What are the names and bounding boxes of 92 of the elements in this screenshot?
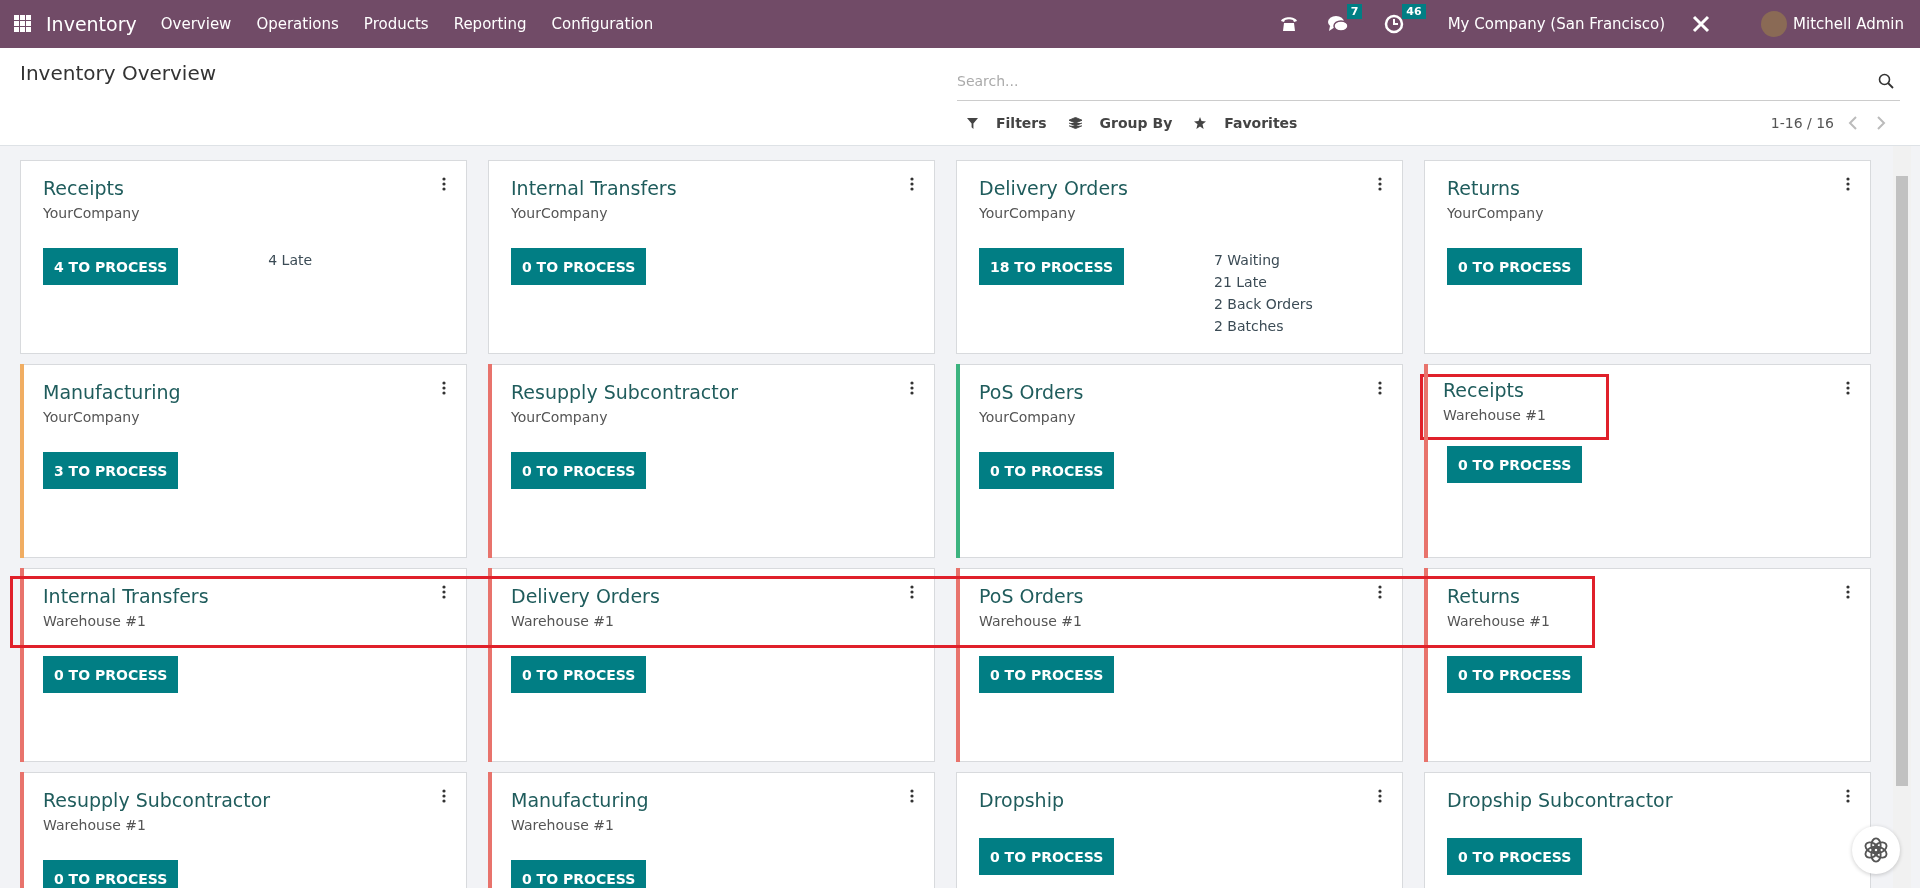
warehouse-name: Warehouse #1: [511, 613, 615, 629]
warehouse-name: Warehouse #1: [43, 613, 147, 629]
to-process-button[interactable]: 4 TO PROCESS: [43, 248, 179, 285]
app-grid-icon[interactable]: [14, 15, 32, 33]
card-title[interactable]: Internal Transfers: [511, 177, 677, 199]
phone-icon[interactable]: [1278, 14, 1299, 34]
star-icon: [1194, 117, 1207, 129]
status-link[interactable]: 7 Waiting: [1214, 252, 1313, 268]
to-process-button[interactable]: 0 TO PROCESS: [511, 248, 647, 285]
warehouse-name: YourCompany: [1447, 205, 1544, 221]
pager-value: 1-16 / 16: [1770, 115, 1834, 131]
layers-icon: [1068, 117, 1082, 129]
to-process-button[interactable]: 3 TO PROCESS: [43, 452, 179, 489]
to-process-button[interactable]: 0 TO PROCESS: [43, 656, 179, 693]
to-process-button[interactable]: 0 TO PROCESS: [979, 452, 1115, 489]
app-name[interactable]: Inventory: [46, 13, 137, 35]
warehouse-name: YourCompany: [43, 205, 140, 221]
filters-button[interactable]: Filters: [965, 113, 1049, 133]
to-process-button[interactable]: 0 TO PROCESS: [1447, 656, 1583, 693]
more-options-icon[interactable]: [910, 177, 914, 191]
menu-item[interactable]: Reporting: [453, 15, 527, 33]
more-options-icon[interactable]: [1378, 585, 1382, 599]
user-name[interactable]: Mitchell Admin: [1793, 15, 1904, 33]
to-process-button[interactable]: 0 TO PROCESS: [43, 860, 179, 888]
to-process-button[interactable]: 18 TO PROCESS: [979, 248, 1124, 285]
to-process-button[interactable]: 0 TO PROCESS: [1447, 838, 1583, 875]
card-title[interactable]: Resupply Subcontractor: [511, 381, 739, 403]
more-options-icon[interactable]: [1378, 177, 1382, 191]
warehouse-name: Warehouse #1: [43, 817, 147, 833]
to-process-button[interactable]: 0 TO PROCESS: [979, 656, 1115, 693]
card-title[interactable]: Dropship: [979, 789, 1064, 811]
card-title[interactable]: PoS Orders: [979, 381, 1084, 403]
to-process-button[interactable]: 0 TO PROCESS: [511, 452, 647, 489]
menu-item[interactable]: Overview: [160, 15, 232, 33]
more-options-icon[interactable]: [1846, 585, 1850, 599]
more-options-icon[interactable]: [1846, 177, 1850, 191]
menu-item[interactable]: Configuration: [551, 15, 654, 33]
chat-icon[interactable]: [1326, 14, 1349, 34]
card-title[interactable]: Receipts: [1443, 379, 1546, 401]
status-link[interactable]: 4 Late: [268, 252, 313, 268]
more-options-icon[interactable]: [1846, 381, 1850, 395]
card-title[interactable]: Receipts: [43, 177, 140, 199]
card-title[interactable]: Returns: [1447, 177, 1544, 199]
menu-item[interactable]: Products: [363, 15, 429, 33]
card-title[interactable]: Returns: [1447, 585, 1550, 607]
clock-icon[interactable]: [1384, 14, 1405, 34]
more-options-icon[interactable]: [442, 177, 446, 191]
card-title[interactable]: Manufacturing: [511, 789, 649, 811]
card-title[interactable]: Resupply Subcontractor: [43, 789, 271, 811]
card-title[interactable]: Manufacturing: [43, 381, 181, 403]
warehouse-name: Warehouse #1: [1443, 407, 1546, 423]
card-title[interactable]: PoS Orders: [979, 585, 1084, 607]
knot-icon: [1862, 836, 1890, 864]
card-title[interactable]: Delivery Orders: [511, 585, 660, 607]
warehouse-name: YourCompany: [511, 205, 609, 221]
more-options-icon[interactable]: [910, 789, 914, 803]
status-link[interactable]: 21 Late: [1214, 274, 1313, 290]
more-options-icon[interactable]: [442, 381, 446, 395]
warehouse-name: Warehouse #1: [1447, 613, 1550, 629]
message-count-badge: 7: [1346, 4, 1363, 19]
scrollbar[interactable]: [1893, 146, 1911, 888]
warehouse-name: Warehouse #1: [979, 613, 1083, 629]
more-options-icon[interactable]: [1378, 789, 1382, 803]
favorites-button[interactable]: Favorites: [1192, 113, 1300, 133]
more-options-icon[interactable]: [910, 585, 914, 599]
group-by-button[interactable]: Group By: [1066, 113, 1175, 133]
company-switcher[interactable]: My Company (San Francisco): [1447, 15, 1666, 33]
more-options-icon[interactable]: [1846, 789, 1850, 803]
card-title[interactable]: Dropship Subcontractor: [1447, 789, 1673, 811]
search-icon[interactable]: [1878, 73, 1894, 89]
activity-count-badge: 46: [1402, 4, 1426, 19]
card-title[interactable]: Internal Transfers: [43, 585, 209, 607]
to-process-button[interactable]: 0 TO PROCESS: [1447, 446, 1583, 483]
warehouse-name: YourCompany: [979, 409, 1077, 425]
filter-icon: [967, 117, 978, 129]
warehouse-name: YourCompany: [43, 409, 141, 425]
warehouse-name: YourCompany: [511, 409, 609, 425]
to-process-button[interactable]: 0 TO PROCESS: [1447, 248, 1583, 285]
page-title: Inventory Overview: [20, 61, 218, 85]
to-process-button[interactable]: 0 TO PROCESS: [511, 656, 647, 693]
status-link[interactable]: 2 Batches: [1214, 318, 1313, 334]
warehouse-name: YourCompany: [979, 205, 1077, 221]
menu-item[interactable]: Operations: [256, 15, 339, 33]
card-title[interactable]: Delivery Orders: [979, 177, 1128, 199]
more-options-icon[interactable]: [442, 789, 446, 803]
status-link[interactable]: 2 Back Orders: [1214, 296, 1313, 312]
warehouse-name: Warehouse #1: [511, 817, 615, 833]
more-options-icon[interactable]: [442, 585, 446, 599]
more-options-icon[interactable]: [1378, 381, 1382, 395]
to-process-button[interactable]: 0 TO PROCESS: [979, 838, 1115, 875]
more-options-icon[interactable]: [910, 381, 914, 395]
to-process-button[interactable]: 0 TO PROCESS: [511, 860, 647, 888]
